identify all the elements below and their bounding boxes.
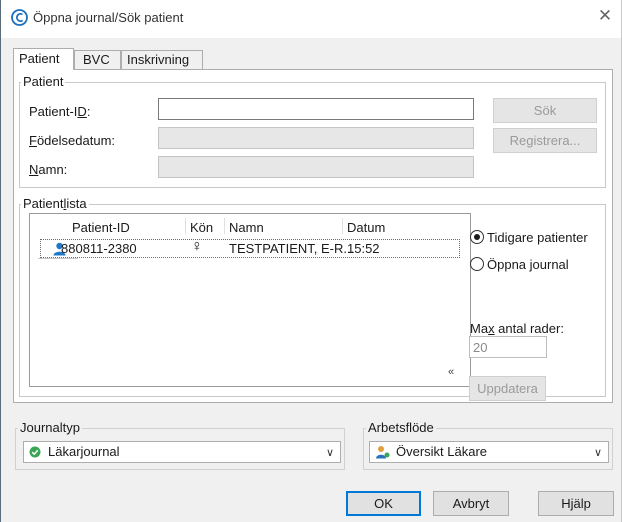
doctor-icon [376,446,390,459]
patient-group-title: Patient [21,74,66,90]
update-button[interactable]: Uppdatera [469,376,546,401]
column-header-kon[interactable]: Kön [190,220,213,235]
radio-previous-label[interactable]: Tidigare patienter [487,230,588,245]
female-icon: ♀ [191,238,203,255]
patient-id-label: Patient-ID: [29,104,91,119]
journaltyp-value: Läkarjournal [48,444,120,459]
ok-button[interactable]: OK [346,491,421,516]
tab-patient[interactable]: Patient [13,48,74,70]
column-divider[interactable] [224,218,225,234]
birthdate-input[interactable] [158,127,474,149]
birthdate-label: Födelsedatum: [29,133,116,148]
title-bar: Öppna journal/Sök patient ✕ [1,0,621,38]
name-input[interactable] [158,156,474,178]
radio-previous-patients[interactable] [470,230,484,244]
column-header-namn[interactable]: Namn [229,220,264,235]
column-divider[interactable] [342,218,343,234]
journaltyp-title: Journaltyp [18,420,82,436]
window-title: Öppna journal/Sök patient [33,10,184,25]
tab-bvc[interactable]: BVC [74,50,121,70]
collapse-icon[interactable]: « [448,366,454,378]
column-header-patient-id[interactable]: Patient-ID [72,220,130,235]
cancel-button[interactable]: Avbryt [433,491,509,516]
column-divider[interactable] [185,218,186,234]
patient-id-input[interactable] [158,98,474,120]
close-button[interactable]: ✕ [595,6,615,26]
max-rows-label: Max antal rader: [470,321,564,336]
patient-list[interactable]: Patient-ID Kön Namn Datum 880811-2380 ♀ … [29,213,471,387]
journaltyp-select[interactable]: Läkarjournal ∨ [23,441,341,463]
column-header-datum[interactable]: Datum [347,220,385,235]
arbetsflode-title: Arbetsflöde [366,420,436,436]
radio-open-label[interactable]: Öppna journal [487,257,569,272]
radio-open-journal[interactable] [470,257,484,271]
search-button[interactable]: Sök [493,98,597,123]
tab-panel-patient: Patient Patient-ID: Födelsedatum: Namn: … [13,69,613,403]
chevron-down-icon: ∨ [325,447,334,459]
register-button[interactable]: Registrera... [493,128,597,153]
cell-patient-id: 880811-2380 [61,241,137,256]
tab-inskrivning[interactable]: Inskrivning [121,50,203,70]
dialog-window: Öppna journal/Sök patient ✕ Patient BVC … [0,0,622,522]
check-circle-icon [29,446,41,458]
app-logo-icon [11,9,28,26]
row-underline [38,258,78,259]
cell-date: 15:52 [347,241,380,256]
name-label: Namn: [29,162,68,177]
arbetsflode-value: Översikt Läkare [396,444,488,459]
max-rows-input[interactable]: 20 [469,336,547,358]
table-row[interactable]: 880811-2380 ♀ TESTPATIENT, E-R... 15:52 [40,238,460,258]
help-button[interactable]: Hjälp [538,491,614,516]
patientlist-group-title: Patientlista [21,196,89,212]
cell-name: TESTPATIENT, E-R... [229,241,355,256]
chevron-down-icon: ∨ [593,447,602,459]
arbetsflode-select[interactable]: Översikt Läkare ∨ [369,441,609,463]
